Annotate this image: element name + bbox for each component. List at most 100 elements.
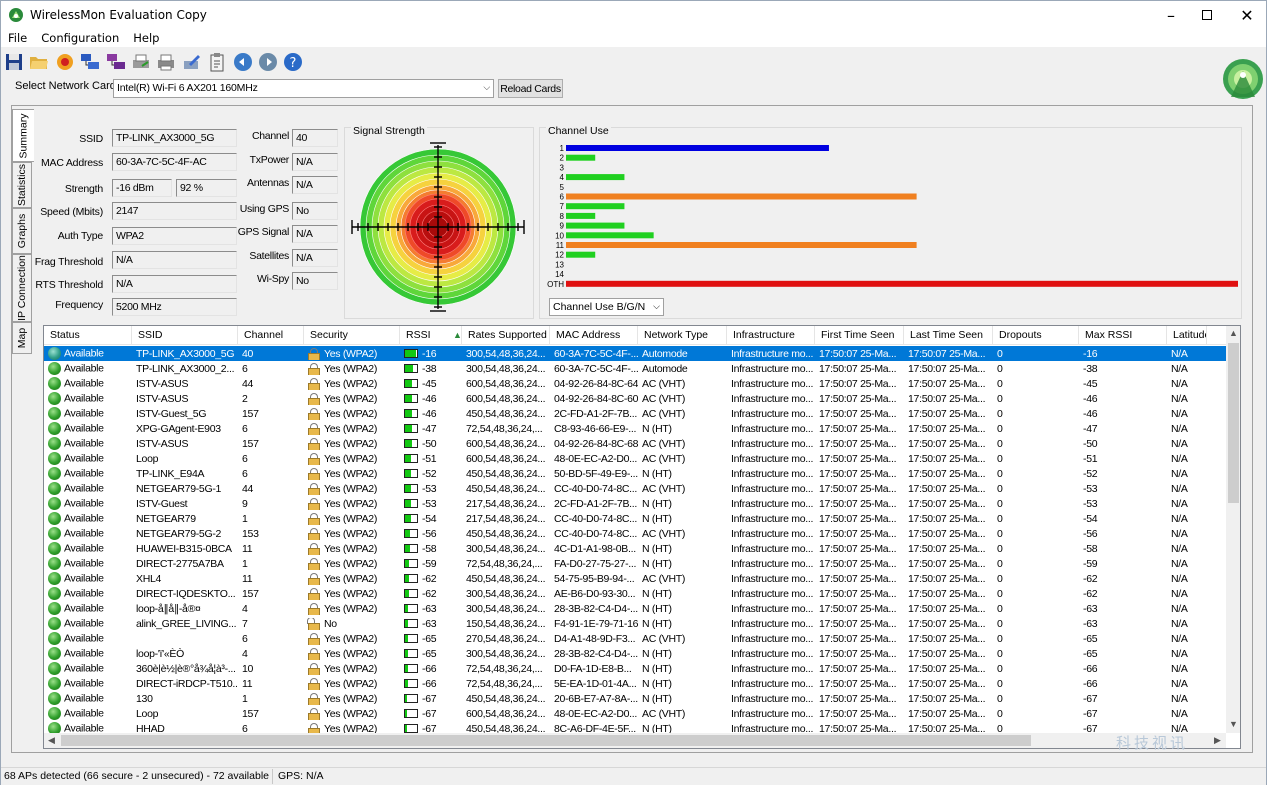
list-header: Status SSID Channel Security RSSI ▲ Rates Sup… <box>44 326 1240 345</box>
table-cell-status: Available <box>44 437 132 450</box>
cell-text: Available <box>64 437 104 450</box>
table-cell-mac-address: 2C-FD-A1-2F-7B... <box>550 498 638 510</box>
column-header-max-rssi[interactable]: Max RSSI <box>1079 326 1167 345</box>
table-row[interactable]: Available XHL4 11 Yes (WPA2) -62 450,54,48,36… <box>44 571 1226 586</box>
column-header-mac-address[interactable]: MAC Address <box>550 326 638 345</box>
table-row[interactable]: Available NETGEAR79 1 Yes (WPA2) -54 217,54,4… <box>44 511 1226 526</box>
table-cell-channel: 157 <box>238 588 304 600</box>
tab-ip-connection[interactable]: IP Connection <box>12 254 32 322</box>
channel-use-select[interactable]: Channel Use B/G/N ⌵ <box>549 298 664 316</box>
table-cell-first-time-seen: 17:50:07 25-Ma... <box>815 558 904 570</box>
tab-graphs[interactable]: Graphs <box>12 208 32 254</box>
table-row[interactable]: Available TP-LINK_E94A 6 Yes (WPA2) -52 450,5… <box>44 466 1226 481</box>
table-cell-first-time-seen: 17:50:07 25-Ma... <box>815 528 904 540</box>
pen-icon[interactable] <box>181 51 203 73</box>
close-button[interactable]: ✕ <box>1224 1 1267 29</box>
reload-cards-button[interactable]: Reload Cards <box>498 79 563 98</box>
vertical-scroll-thumb[interactable] <box>1228 343 1239 503</box>
column-header-ssid[interactable]: SSID <box>132 326 238 345</box>
cell-text: Infrastructure mo... <box>731 632 814 645</box>
record-icon[interactable] <box>54 51 76 73</box>
printer-icon[interactable] <box>155 51 177 73</box>
column-header-rates-supported[interactable]: Rates Supported <box>462 326 550 345</box>
cell-text: Available <box>64 497 104 510</box>
table-row[interactable]: Available TP-LINK_AX3000_2... 6 Yes (WPA2) -… <box>44 361 1226 376</box>
cell-text: 300,54,48,36,24... <box>466 587 546 600</box>
printer-export-icon[interactable] <box>130 51 152 73</box>
tab-statistics[interactable]: Statistics <box>12 162 32 208</box>
table-row[interactable]: Available ISTV-ASUS 157 Yes (WPA2) -50 600,54… <box>44 436 1226 451</box>
table-cell-first-time-seen: 17:50:07 25-Ma... <box>815 678 904 690</box>
vertical-scrollbar[interactable]: ▲ ▼ <box>1226 326 1240 733</box>
access-point-list[interactable]: Status SSID Channel Security RSSI ▲ Rates Sup… <box>43 325 1241 749</box>
menu-file[interactable]: File <box>1 31 34 45</box>
help-icon[interactable]: ? <box>282 51 304 73</box>
table-row[interactable]: Available HUAWEI-B315-0BCA 11 Yes (WPA2) -58… <box>44 541 1226 556</box>
table-row[interactable]: Available loop-å∥å∥-å®¤ 4 Yes (WPA2) -63 300,… <box>44 601 1226 616</box>
table-row[interactable]: Available ISTV-ASUS 2 Yes (WPA2) -46 600,54,4… <box>44 391 1226 406</box>
channel-tick-label: 9 <box>560 222 565 231</box>
column-header-latitude[interactable]: Latitude <box>1167 326 1207 345</box>
cell-text: 17:50:07 25-Ma... <box>908 527 986 540</box>
menu-configuration[interactable]: Configuration <box>34 31 126 45</box>
network-card-select[interactable]: Intel(R) Wi-Fi 6 AX201 160MHz ⌵ <box>113 79 494 98</box>
scroll-left-icon[interactable]: ◀ <box>48 735 55 746</box>
wi-spy-value: No <box>292 272 338 290</box>
table-row[interactable]: Available XPG-GAgent-E903 6 Yes (WPA2) -47 72… <box>44 421 1226 436</box>
globe-forward-icon[interactable] <box>257 51 279 73</box>
table-row[interactable]: Available DIRECT-iRDCP-T510... 11 Yes (WPA2… <box>44 676 1226 691</box>
column-header-status[interactable]: Status <box>44 326 132 345</box>
table-cell-rates-supported: 72,54,48,36,24,... <box>462 423 550 435</box>
table-cell-ssid: NETGEAR79-5G-1 <box>132 483 238 495</box>
lock-icon <box>308 573 320 585</box>
save-icon[interactable] <box>3 51 25 73</box>
globe-back-icon[interactable] <box>232 51 254 73</box>
table-row[interactable]: Available 6 Yes (WPA2) -65 270,54,48,36,24..… <box>44 631 1226 646</box>
table-row[interactable]: Available NETGEAR79-5G-2 153 Yes (WPA2) -56 4… <box>44 526 1226 541</box>
clipboard-icon[interactable] <box>206 51 228 73</box>
column-header-network-type[interactable]: Network Type <box>638 326 727 345</box>
table-row[interactable]: Available DIRECT-2775A7BA 1 Yes (WPA2) -59 72… <box>44 556 1226 571</box>
table-row[interactable]: Available ISTV-ASUS 44 Yes (WPA2) -45 600,54,… <box>44 376 1226 391</box>
tab-map[interactable]: Map <box>12 322 32 354</box>
table-row[interactable]: Available Loop 157 Yes (WPA2) -67 600,54,48,3… <box>44 706 1226 721</box>
table-row[interactable]: Available ISTV-Guest 9 Yes (WPA2) -53 217,54,… <box>44 496 1226 511</box>
table-cell-network-type: N (HT) <box>638 618 727 630</box>
menu-help[interactable]: Help <box>126 31 166 45</box>
horizontal-scrollbar[interactable]: ◀ ▶ <box>44 733 1226 748</box>
column-header-infrastructure[interactable]: Infrastructure <box>727 326 815 345</box>
column-header-channel[interactable]: Channel <box>238 326 304 345</box>
table-cell-infrastructure: Infrastructure mo... <box>727 498 815 510</box>
table-row[interactable]: Available DIRECT-IQDESKTO... 157 Yes (WPA2)… <box>44 586 1226 601</box>
table-row[interactable]: Available 130 1 Yes (WPA2) -67 450,54,48,36,2… <box>44 691 1226 706</box>
table-cell-max-rssi: -53 <box>1079 498 1167 510</box>
table-row[interactable]: Available 360è|è½|è®°å¾å¦à³-... 10 Yes (WPA… <box>44 661 1226 676</box>
table-cell-infrastructure: Infrastructure mo... <box>727 633 815 645</box>
scroll-down-icon[interactable]: ▼ <box>1229 719 1238 729</box>
scroll-right-icon[interactable]: ▶ <box>1214 735 1221 746</box>
table-row[interactable]: Available ISTV-Guest_5G 157 Yes (WPA2) -46 45… <box>44 406 1226 421</box>
column-header-security[interactable]: Security <box>304 326 400 345</box>
horizontal-scroll-thumb[interactable] <box>61 735 1031 746</box>
column-header-first-time-seen[interactable]: First Time Seen <box>815 326 904 345</box>
table-row[interactable]: Available NETGEAR79-5G-1 44 Yes (WPA2) -53 45… <box>44 481 1226 496</box>
column-header-rssi[interactable]: RSSI ▲ <box>400 326 462 345</box>
network-cards-icon[interactable] <box>79 51 101 73</box>
table-cell-security: Yes (WPA2) <box>304 438 400 450</box>
table-cell-ssid: HUAWEI-B315-0BCA <box>132 543 238 555</box>
table-row[interactable]: Available alink_GREE_LIVING... 7 No -63 150,5… <box>44 616 1226 631</box>
network-cards-purple-icon[interactable] <box>105 51 127 73</box>
table-cell-dropouts: 0 <box>993 633 1079 645</box>
cell-text: 2C-FD-A1-2F-7B... <box>554 407 637 420</box>
cell-text: N/A <box>1171 392 1188 405</box>
table-row[interactable]: Available TP-LINK_AX3000_5G 40 Yes (WPA2) -1… <box>44 346 1226 361</box>
table-cell-security: Yes (WPA2) <box>304 453 400 465</box>
scroll-up-icon[interactable]: ▲ <box>1229 328 1238 338</box>
open-folder-icon[interactable] <box>28 51 50 73</box>
column-header-dropouts[interactable]: Dropouts <box>993 326 1079 345</box>
table-row[interactable]: Available loop-'ï'«ÈÒ 4 Yes (WPA2) -65 300,54… <box>44 646 1226 661</box>
cell-text: 0 <box>997 617 1003 630</box>
table-cell-ssid: 130 <box>132 693 238 705</box>
table-row[interactable]: Available Loop 6 Yes (WPA2) -51 600,54,48,36,… <box>44 451 1226 466</box>
column-header-last-time-seen[interactable]: Last Time Seen <box>904 326 993 345</box>
